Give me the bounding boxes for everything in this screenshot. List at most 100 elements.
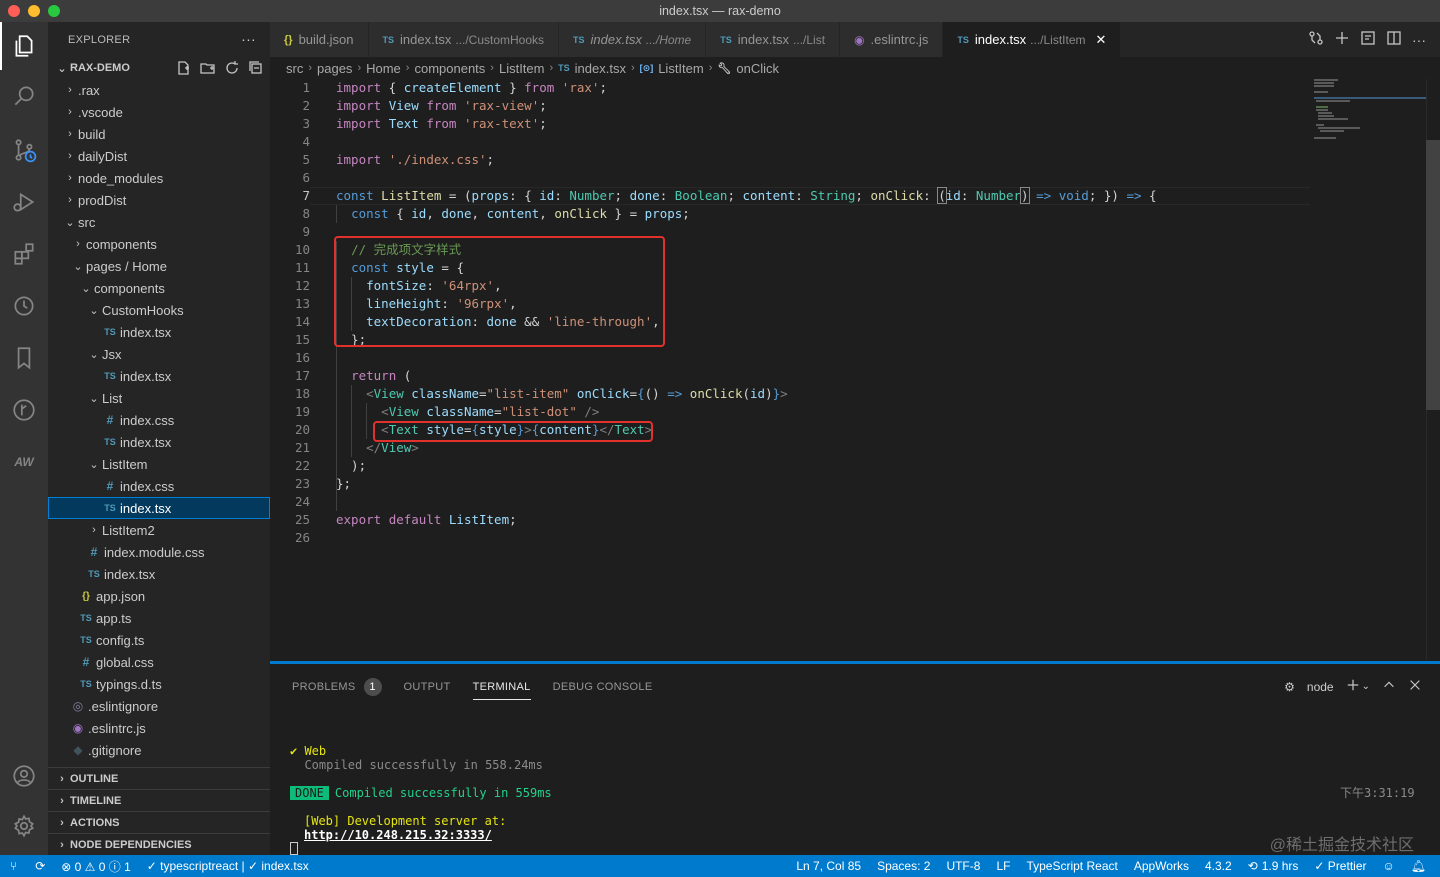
tree-file[interactable]: TS config.ts [48, 629, 270, 651]
node-dependencies-section[interactable]: › NODE DEPENDENCIES [48, 833, 270, 855]
sync-icon[interactable]: ⟳ [27, 859, 53, 873]
search-icon[interactable] [0, 72, 48, 120]
tree-file[interactable]: # index.module.css [48, 541, 270, 563]
language-check-status[interactable]: ✓ typescriptreact | ✓ index.tsx [139, 859, 317, 873]
breadcrumb-listitem-folder[interactable]: ListItem [499, 61, 545, 76]
tree-file[interactable]: TS index.tsx [48, 321, 270, 343]
tree-file[interactable]: # index.css [48, 475, 270, 497]
tree-folder[interactable]: ⌄ CustomHooks [48, 299, 270, 321]
chevron-down-icon[interactable]: ⌄ [1362, 681, 1370, 692]
extensions-icon[interactable] [0, 230, 48, 278]
breadcrumb-pages[interactable]: pages [317, 61, 352, 76]
notifications-icon[interactable]: 🔔︎ [1403, 859, 1440, 873]
tree-file[interactable]: TS app.ts [48, 607, 270, 629]
breadcrumb-symbol-listitem[interactable]: ListItem [658, 61, 704, 76]
close-panel-icon[interactable] [1408, 678, 1422, 695]
editor-scrollbar-thumb[interactable] [1426, 140, 1440, 410]
more-actions-icon[interactable]: ··· [241, 31, 256, 47]
new-folder-icon[interactable] [200, 60, 216, 76]
project-root[interactable]: ⌄ RAX-DEMO [48, 57, 270, 79]
tree-file[interactable]: TS index.tsx [48, 365, 270, 387]
breadcrumb-home[interactable]: Home [366, 61, 401, 76]
tree-folder[interactable]: › .rax [48, 79, 270, 101]
timeline-section[interactable]: › TIMELINE [48, 789, 270, 811]
new-terminal-button[interactable] [1346, 678, 1360, 695]
tree-folder[interactable]: ⌄ components [48, 277, 270, 299]
language-mode[interactable]: TypeScript React [1018, 859, 1125, 873]
dev-server-url-link[interactable]: http://10.248.215.32:3333/ [304, 828, 492, 842]
outline-section[interactable]: › OUTLINE [48, 767, 270, 789]
actions-section[interactable]: › ACTIONS [48, 811, 270, 833]
editor-tab[interactable]: {} build.json [270, 22, 369, 57]
editor-tab[interactable]: TS index.tsx .../ListItem ✕ [943, 22, 1122, 57]
close-tab-icon[interactable]: ✕ [1096, 32, 1107, 48]
cursor-position[interactable]: Ln 7, Col 85 [788, 859, 869, 873]
tree-file[interactable]: TS typings.d.ts [48, 673, 270, 695]
code-editor[interactable]: 1 2 3 4 5 6 7 8 9 10 11 12 13 14 15 16 17 18 19 20 21 22 23 24 2… [270, 79, 1420, 659]
ts-version[interactable]: 4.3.2 [1197, 859, 1240, 873]
tree-folder[interactable]: › build [48, 123, 270, 145]
tree-file[interactable]: ◉ .eslintrc.js [48, 717, 270, 739]
close-window-button[interactable] [8, 5, 20, 17]
tree-file[interactable]: {} app.json [48, 585, 270, 607]
editor-tab[interactable]: TS index.tsx .../Home [559, 22, 707, 57]
tree-folder[interactable]: › dailyDist [48, 145, 270, 167]
time-tracker[interactable]: ⟲ 1.9 hrs [1240, 859, 1307, 873]
source-control-icon[interactable] [0, 126, 48, 174]
split-editor-icon[interactable] [1386, 30, 1402, 49]
appworks-status[interactable]: AppWorks [1126, 859, 1197, 873]
tree-file[interactable]: ◎ .eslintignore [48, 695, 270, 717]
tree-file[interactable]: # index.css [48, 409, 270, 431]
refresh-icon[interactable] [224, 60, 240, 76]
editor-tab[interactable]: ◉ .eslintrc.js [840, 22, 944, 57]
editor-tab[interactable]: TS index.tsx .../List [706, 22, 841, 57]
breadcrumb-file[interactable]: index.tsx [575, 61, 626, 76]
tab-debug-console[interactable]: DEBUG CONSOLE [553, 674, 653, 700]
tree-file[interactable]: # global.css [48, 651, 270, 673]
breadcrumb-components[interactable]: components [414, 61, 485, 76]
tree-folder[interactable]: ⌄ Jsx [48, 343, 270, 365]
tab-terminal[interactable]: TERMINAL [472, 674, 531, 700]
maximize-window-button[interactable] [48, 5, 60, 17]
tree-file[interactable]: TS index.tsx [48, 431, 270, 453]
remote-icon[interactable]: ⑂ [0, 859, 27, 873]
indentation-status[interactable]: Spaces: 2 [869, 859, 938, 873]
breadcrumb-symbol-onclick[interactable]: onClick [736, 61, 779, 76]
tree-file[interactable]: ◆ .gitignore [48, 739, 270, 761]
tab-output[interactable]: OUTPUT [404, 674, 451, 700]
run-debug-icon[interactable] [0, 178, 48, 226]
bookmark-icon[interactable] [0, 334, 48, 382]
tree-folder[interactable]: ⌄ List [48, 387, 270, 409]
tree-folder[interactable]: › ListItem2 [48, 519, 270, 541]
git-graph-icon[interactable] [0, 386, 48, 434]
editor-tab[interactable]: TS index.tsx .../CustomHooks [368, 22, 560, 57]
encoding-status[interactable]: UTF-8 [938, 859, 988, 873]
breadcrumb-src[interactable]: src [286, 61, 303, 76]
problems-status[interactable]: ⊗ 0 ⚠ 0 ⓘ 1 [53, 858, 139, 875]
timeline-icon[interactable] [0, 282, 48, 330]
account-icon[interactable] [0, 752, 48, 800]
settings-gear-icon[interactable] [0, 802, 48, 850]
tree-folder[interactable]: › node_modules [48, 167, 270, 189]
minimap[interactable] [1310, 79, 1426, 139]
compare-changes-icon[interactable] [1308, 30, 1324, 49]
new-terminal-icon[interactable] [1334, 30, 1350, 49]
tree-folder[interactable]: › .vscode [48, 101, 270, 123]
maximize-panel-icon[interactable] [1382, 678, 1396, 695]
files-icon[interactable] [0, 22, 48, 70]
tree-folder[interactable]: › components [48, 233, 270, 255]
collapse-all-icon[interactable] [248, 60, 264, 76]
eol-status[interactable]: LF [988, 859, 1018, 873]
tree-folder[interactable]: ⌄ ListItem [48, 453, 270, 475]
new-file-icon[interactable] [176, 60, 192, 76]
more-editor-actions-icon[interactable]: ··· [1412, 32, 1426, 48]
tree-folder[interactable]: ⌄ src [48, 211, 270, 233]
tree-file[interactable]: TS index.tsx [48, 563, 270, 585]
tree-file[interactable]: TS index.tsx [48, 497, 270, 519]
minimize-window-button[interactable] [28, 5, 40, 17]
tree-folder[interactable]: › prodDist [48, 189, 270, 211]
feedback-icon[interactable]: ☺ [1375, 859, 1403, 873]
open-preview-icon[interactable] [1360, 30, 1376, 49]
prettier-status[interactable]: ✓ Prettier [1306, 859, 1374, 873]
tree-folder[interactable]: ⌄ pages / Home [48, 255, 270, 277]
